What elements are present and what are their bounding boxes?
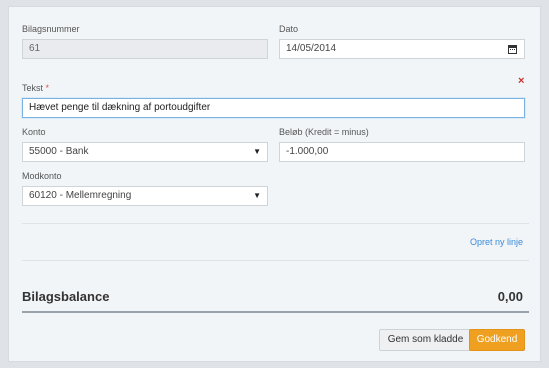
konto-dropdown-icon: ▼ <box>253 147 261 156</box>
modkonto-label: Modkonto <box>22 171 62 181</box>
balance-label: Bilagsbalance <box>22 289 110 304</box>
dato-label: Dato <box>279 24 299 34</box>
bilagsnummer-field: 61 <box>22 39 268 59</box>
tekst-label-text: Tekst <box>22 83 44 93</box>
beloeb-label: Beløb (Kredit = minus) <box>279 127 369 137</box>
dato-field[interactable]: 14/05/2014 <box>279 39 525 59</box>
konto-label: Konto <box>22 127 46 137</box>
modkonto-dropdown-icon: ▼ <box>253 191 261 200</box>
voucher-form-panel: Bilagsnummer 61 Dato 14/05/2014 × Tekst … <box>8 6 541 362</box>
calendar-icon[interactable] <box>508 45 517 54</box>
bilagsnummer-value: 61 <box>29 43 41 54</box>
divider <box>22 223 529 224</box>
tekst-input[interactable]: Hævet penge til dækning af portoudgifter <box>22 98 525 118</box>
required-mark: * <box>45 83 50 93</box>
tekst-label: Tekst * <box>22 83 49 93</box>
add-line-link[interactable]: Opret ny linje <box>470 237 523 247</box>
beloeb-value: -1.000,00 <box>286 146 329 157</box>
balance-underline <box>22 311 529 313</box>
bilagsnummer-label: Bilagsnummer <box>22 24 80 34</box>
beloeb-input[interactable]: -1.000,00 <box>279 142 525 162</box>
modkonto-select[interactable]: 60120 - Mellemregning ▼ <box>22 186 268 206</box>
approve-button[interactable]: Godkend <box>469 329 525 351</box>
modkonto-value: 60120 - Mellemregning <box>29 190 132 201</box>
konto-value: 55000 - Bank <box>29 146 89 157</box>
remove-line-icon[interactable]: × <box>518 75 524 87</box>
divider <box>22 260 529 261</box>
dato-value: 14/05/2014 <box>286 43 337 54</box>
konto-select[interactable]: 55000 - Bank ▼ <box>22 142 268 162</box>
balance-value: 0,00 <box>497 289 523 304</box>
save-draft-button[interactable]: Gem som kladde <box>379 329 472 351</box>
tekst-value: Hævet penge til dækning af portoudgifter <box>29 102 211 113</box>
